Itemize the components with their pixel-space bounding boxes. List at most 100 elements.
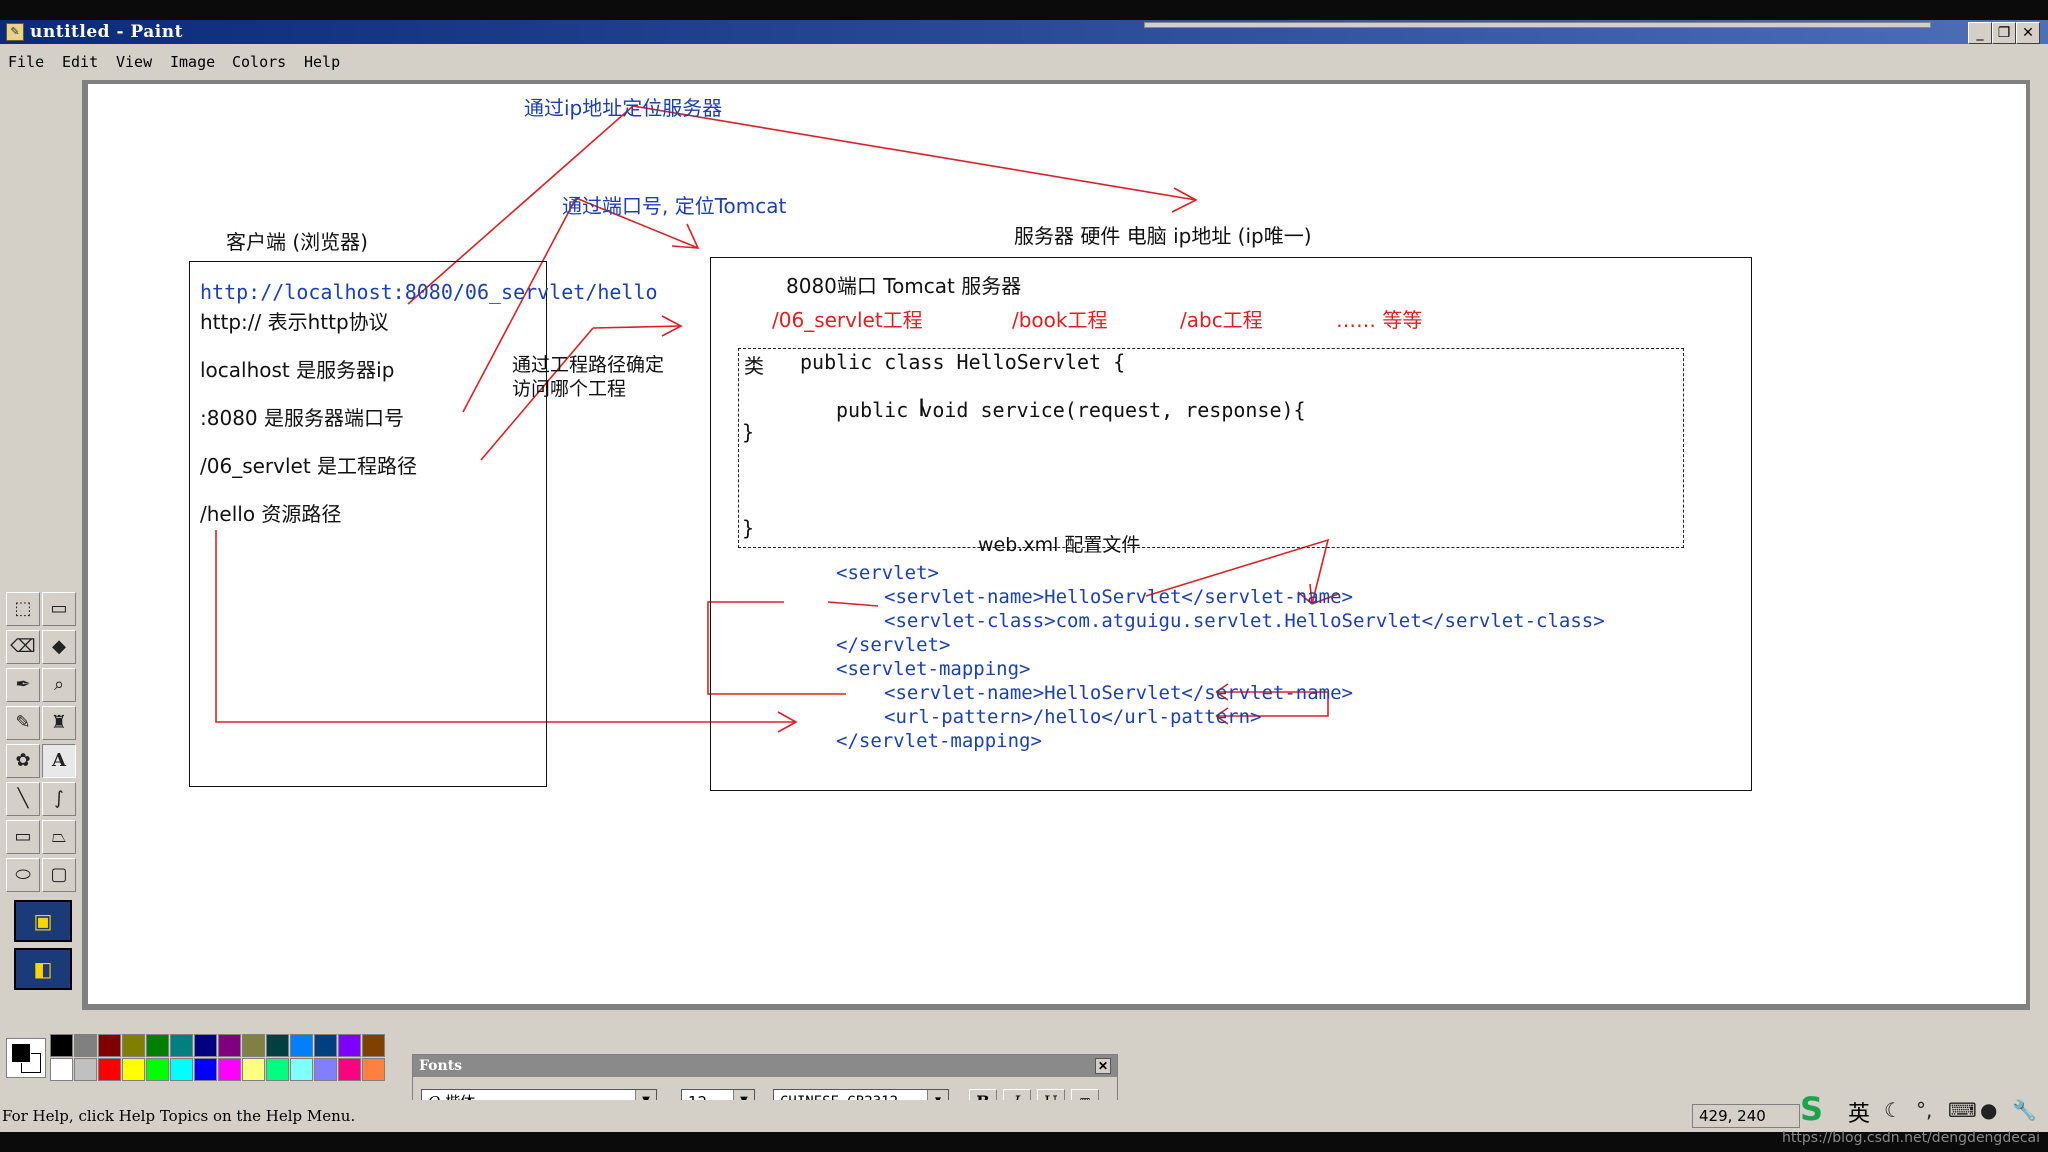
rounded-rect-icon[interactable]: ▢ xyxy=(42,858,76,892)
line-icon[interactable]: ╲ xyxy=(6,782,40,816)
color-swatch[interactable] xyxy=(194,1034,217,1057)
color-swatch[interactable] xyxy=(146,1058,169,1081)
minimize-button[interactable]: _ xyxy=(1968,22,1992,44)
free-select-icon[interactable]: ⬚ xyxy=(6,592,40,626)
ellipse-icon[interactable]: ⬭ xyxy=(6,858,40,892)
color-swatch[interactable] xyxy=(122,1034,145,1057)
wrench-icon[interactable]: 🔧 xyxy=(2012,1098,2037,1122)
foreground-color-swatch[interactable] xyxy=(11,1043,31,1063)
client-line-port: :8080 是服务器端口号 xyxy=(200,406,404,430)
title-bar: ✎ untitled - Paint _ ❐ ✕ xyxy=(0,0,2048,44)
server-heading: 服务器 硬件 电脑 ip地址 (ip唯一) xyxy=(1014,224,1312,248)
pencil-icon[interactable]: ✎ xyxy=(6,706,40,740)
color-swatch[interactable] xyxy=(314,1058,337,1081)
brace-outer: } xyxy=(742,516,755,540)
restore-button[interactable]: ❐ xyxy=(1992,22,2016,44)
color-swatch[interactable] xyxy=(338,1058,361,1081)
rectangle-icon[interactable]: ▭ xyxy=(6,820,40,854)
color-swatch[interactable] xyxy=(338,1034,361,1057)
color-swatch[interactable] xyxy=(98,1034,121,1057)
color-swatch[interactable] xyxy=(266,1058,289,1081)
xml-servlet-close: </servlet> xyxy=(836,634,951,656)
color-swatch[interactable] xyxy=(242,1058,265,1081)
class-tag: 类 xyxy=(744,354,764,378)
moon-icon[interactable]: ☾ xyxy=(1884,1098,1902,1122)
project-abc: /abc工程 xyxy=(1180,308,1263,332)
client-url: http://localhost:8080/06_servlet/hello xyxy=(200,280,658,304)
watermark: https://blog.csdn.net/dengdengdecai xyxy=(1782,1130,2040,1146)
bottom-strip xyxy=(0,1132,2048,1152)
class-declaration: public class HelloServlet { xyxy=(800,350,1126,374)
punctuation-icon[interactable]: °, xyxy=(1916,1098,1932,1122)
color-swatch[interactable] xyxy=(170,1034,193,1057)
color-swatch[interactable] xyxy=(218,1058,241,1081)
menu-image[interactable]: Image xyxy=(170,53,215,71)
project-06-servlet: /06_servlet工程 xyxy=(772,308,923,332)
fill-bucket-icon[interactable]: ◆ xyxy=(42,630,76,664)
xml-servlet-open: <servlet> xyxy=(836,562,939,584)
menu-help[interactable]: Help xyxy=(304,53,340,71)
color-swatch[interactable] xyxy=(74,1058,97,1081)
close-button[interactable]: ✕ xyxy=(2016,22,2040,44)
client-line-protocol: http:// 表示http协议 xyxy=(200,310,389,334)
color-swatch[interactable] xyxy=(218,1034,241,1057)
polygon-icon[interactable]: ⏢ xyxy=(42,820,76,854)
color-swatch[interactable] xyxy=(242,1034,265,1057)
method-declaration: public void service(request, response){ xyxy=(836,398,1306,422)
menu-colors[interactable]: Colors xyxy=(232,53,286,71)
curve-icon[interactable]: ∫ xyxy=(42,782,76,816)
xml-servlet-name: <servlet-name>HelloServlet</servlet-name… xyxy=(884,586,1353,608)
color-swatch[interactable] xyxy=(266,1034,289,1057)
sogou-ime-icon[interactable]: S xyxy=(1800,1090,1840,1128)
menu-bar: File Edit View Image Colors Help xyxy=(0,44,2048,80)
vertical-scrollbar[interactable] xyxy=(2030,80,2048,1010)
user-icon[interactable]: ● xyxy=(1980,1098,1997,1122)
paint-app-icon[interactable]: ✎ xyxy=(6,23,24,41)
color-swatch[interactable] xyxy=(74,1034,97,1057)
client-heading: 客户端 (浏览器) xyxy=(226,230,368,254)
color-swatch[interactable] xyxy=(170,1058,193,1081)
ime-language[interactable]: 英 xyxy=(1848,1096,1870,1128)
annotation-port-locate: 通过端口号, 定位Tomcat xyxy=(562,194,787,218)
webxml-label: web.xml 配置文件 xyxy=(978,534,1141,556)
color-picker-icon[interactable]: ✒ xyxy=(6,668,40,702)
menu-edit[interactable]: Edit xyxy=(62,53,98,71)
fonts-titlebar: Fonts ✕ xyxy=(413,1055,1117,1077)
rect-select-icon[interactable]: ▭ xyxy=(42,592,76,626)
color-swatch[interactable] xyxy=(122,1058,145,1081)
text-tool-icon[interactable]: A xyxy=(42,744,76,778)
color-swatch[interactable] xyxy=(290,1058,313,1081)
color-swatch[interactable] xyxy=(98,1058,121,1081)
magnifier-icon[interactable]: ⌕ xyxy=(42,668,76,702)
menu-file[interactable]: File xyxy=(8,53,44,71)
color-swatch[interactable] xyxy=(50,1058,73,1081)
client-line-resource: /hello 资源路径 xyxy=(200,502,342,526)
top-scroll-track xyxy=(1144,22,1931,28)
window-title: untitled - Paint xyxy=(30,22,183,42)
keyboard-icon[interactable]: ⌨ xyxy=(1948,1098,1977,1122)
color-swatch[interactable] xyxy=(362,1034,385,1057)
brace-inner: } xyxy=(742,420,755,444)
color-swatch[interactable] xyxy=(362,1058,385,1081)
eraser-icon[interactable]: ⌫ xyxy=(6,630,40,664)
current-colors[interactable] xyxy=(6,1038,46,1078)
selection-rectangle[interactable] xyxy=(738,348,1684,548)
fonts-close-icon[interactable]: ✕ xyxy=(1095,1058,1111,1074)
color-swatch[interactable] xyxy=(314,1034,337,1057)
xml-mapping-close: </servlet-mapping> xyxy=(836,730,1042,752)
xml-mapping-servlet-name: <servlet-name>HelloServlet</servlet-name… xyxy=(884,682,1353,704)
transparent-background-icon[interactable]: ◧ xyxy=(14,948,72,990)
color-swatch[interactable] xyxy=(290,1034,313,1057)
airbrush-icon[interactable]: ✿ xyxy=(6,744,40,778)
color-swatch[interactable] xyxy=(146,1034,169,1057)
brush-icon[interactable]: ♜ xyxy=(42,706,76,740)
xml-mapping-open: <servlet-mapping> xyxy=(836,658,1031,680)
menu-view[interactable]: View xyxy=(116,53,152,71)
top-strip xyxy=(0,0,2048,20)
xml-servlet-class: <servlet-class>com.atguigu.servlet.Hello… xyxy=(884,610,1605,632)
color-swatch[interactable] xyxy=(50,1034,73,1057)
client-line-host: localhost 是服务器ip xyxy=(200,358,395,382)
color-swatch[interactable] xyxy=(194,1058,217,1081)
opaque-background-icon[interactable]: ▣ xyxy=(14,900,72,942)
drawing-canvas[interactable]: 通过ip地址定位服务器 通过端口号, 定位Tomcat 通过工程路径确定 访问哪… xyxy=(88,84,2026,1004)
